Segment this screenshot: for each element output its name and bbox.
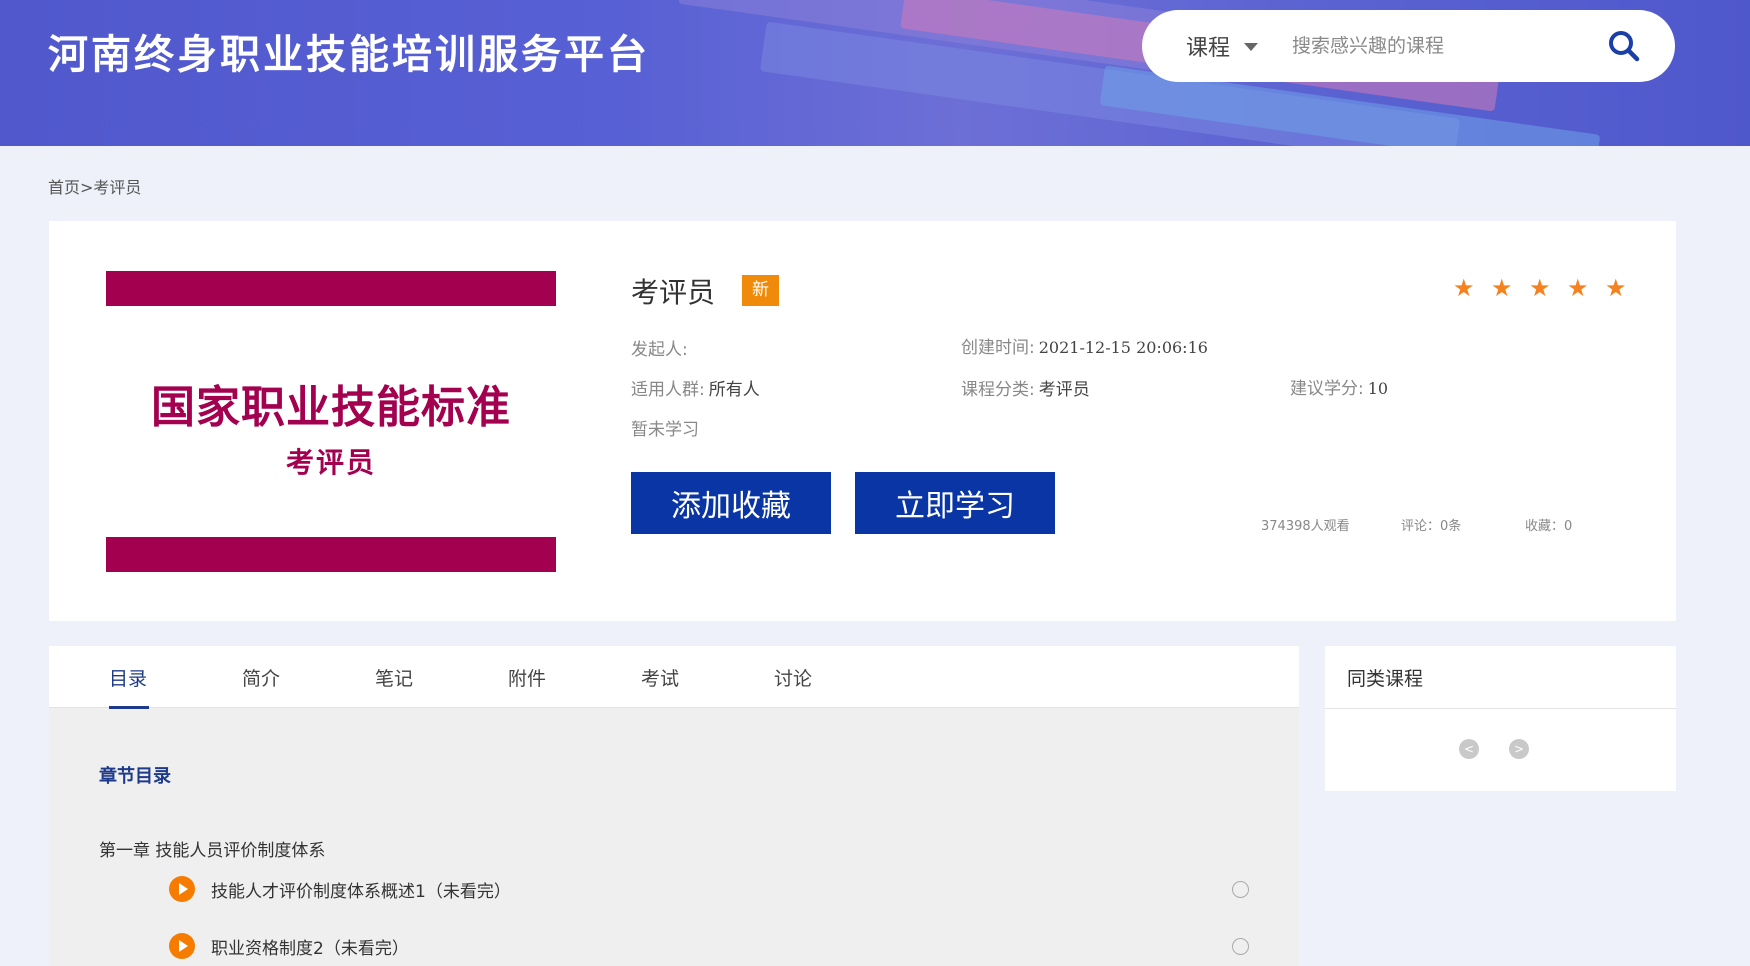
course-cover-image: 国家职业技能标准 考评员 <box>106 271 556 572</box>
lesson-title[interactable]: 技能人才评价制度体系概述1（未看完） <box>211 877 511 902</box>
divider <box>1325 708 1676 709</box>
chevron-down-icon[interactable] <box>1244 43 1258 51</box>
play-icon[interactable] <box>169 933 195 959</box>
related-courses-title: 同类课程 <box>1347 668 1424 690</box>
category-field: 课程分类: 考评员 <box>961 375 1090 400</box>
cover-bar <box>106 537 556 572</box>
next-arrow-icon[interactable]: > <box>1509 739 1529 759</box>
tab-intro[interactable]: 简介 <box>242 664 280 691</box>
tab-exam[interactable]: 考试 <box>641 664 679 691</box>
breadcrumb: 首页>考评员 <box>48 174 141 198</box>
course-title: 考评员 <box>631 276 716 309</box>
study-status: 暂未学习 <box>631 420 699 440</box>
search-category-select[interactable]: 课程 <box>1186 30 1230 62</box>
cover-title: 国家职业技能标准 <box>151 382 511 433</box>
initiator-label: 发起人: <box>631 340 688 360</box>
search-icon[interactable] <box>1606 28 1642 64</box>
lesson-item[interactable]: 职业资格制度2（未看完） <box>169 931 1249 961</box>
breadcrumb-home[interactable]: 首页 <box>48 178 80 197</box>
tab-notes[interactable]: 笔记 <box>375 664 413 691</box>
cover-bar <box>106 271 556 306</box>
search-box: 课程 <box>1142 10 1675 82</box>
add-favorite-button[interactable]: 添加收藏 <box>631 472 831 534</box>
created-time-field: 创建时间: 2021-12-15 20:06:16 <box>961 333 1208 358</box>
new-badge: 新 <box>742 275 779 306</box>
audience-field: 适用人群: 所有人 <box>631 375 760 400</box>
progress-circle-icon <box>1232 881 1249 898</box>
credits-field: 建议学分: 10 <box>1290 374 1388 399</box>
tab-catalog[interactable]: 目录 <box>109 664 147 691</box>
credits-label: 建议学分: <box>1290 379 1364 399</box>
star-icon: ★ <box>1529 274 1551 302</box>
created-value: 2021-12-15 20:06:16 <box>1038 338 1208 357</box>
cover-subtitle: 考评员 <box>285 446 376 479</box>
course-card: 国家职业技能标准 考评员 考评员 新 ★ ★ ★ ★ ★ 发起人: 创建时间: 2… <box>49 221 1676 621</box>
comment-count: 评论：0条 <box>1401 519 1462 534</box>
star-icon: ★ <box>1453 274 1475 302</box>
course-content-panel: 目录 简介 笔记 附件 考试 讨论 章节目录 第一章 技能人员评价制度体系 技能… <box>49 646 1299 966</box>
star-icon: ★ <box>1605 274 1627 302</box>
audience-value: 所有人 <box>708 380 760 400</box>
play-icon[interactable] <box>169 876 195 902</box>
chapter-title: 第一章 技能人员评价制度体系 <box>99 841 326 861</box>
breadcrumb-current: 考评员 <box>93 178 142 197</box>
star-icon: ★ <box>1567 274 1589 302</box>
search-input[interactable] <box>1292 28 1592 64</box>
tab-bar: 目录 简介 笔记 附件 考试 讨论 <box>49 646 1299 709</box>
created-label: 创建时间: <box>961 338 1035 358</box>
favorite-count: 收藏：0 <box>1525 519 1573 534</box>
active-tab-indicator <box>109 706 149 709</box>
lesson-title[interactable]: 职业资格制度2（未看完） <box>211 934 409 959</box>
site-title[interactable]: 河南终身职业技能培训服务平台 <box>48 22 650 80</box>
category-value: 考评员 <box>1038 380 1090 400</box>
credits-value: 10 <box>1367 379 1389 398</box>
start-study-button[interactable]: 立即学习 <box>855 472 1055 534</box>
star-icon: ★ <box>1491 274 1513 302</box>
breadcrumb-separator: > <box>80 178 94 197</box>
initiator-field: 发起人: <box>631 335 688 360</box>
related-courses-panel: 同类课程 < > <box>1325 646 1676 791</box>
prev-arrow-icon[interactable]: < <box>1459 739 1479 759</box>
category-label: 课程分类: <box>961 380 1035 400</box>
site-header: 河南终身职业技能培训服务平台 课程 <box>0 0 1750 146</box>
lesson-item[interactable]: 技能人才评价制度体系概述1（未看完） <box>169 874 1249 904</box>
view-count: 374398人观看 <box>1261 519 1350 534</box>
progress-circle-icon <box>1232 938 1249 955</box>
tab-attachments[interactable]: 附件 <box>508 664 546 691</box>
rating-stars: ★ ★ ★ ★ ★ <box>1453 276 1629 300</box>
tab-discussion[interactable]: 讨论 <box>774 664 812 691</box>
catalog-heading: 章节目录 <box>99 766 171 787</box>
audience-label: 适用人群: <box>631 380 705 400</box>
